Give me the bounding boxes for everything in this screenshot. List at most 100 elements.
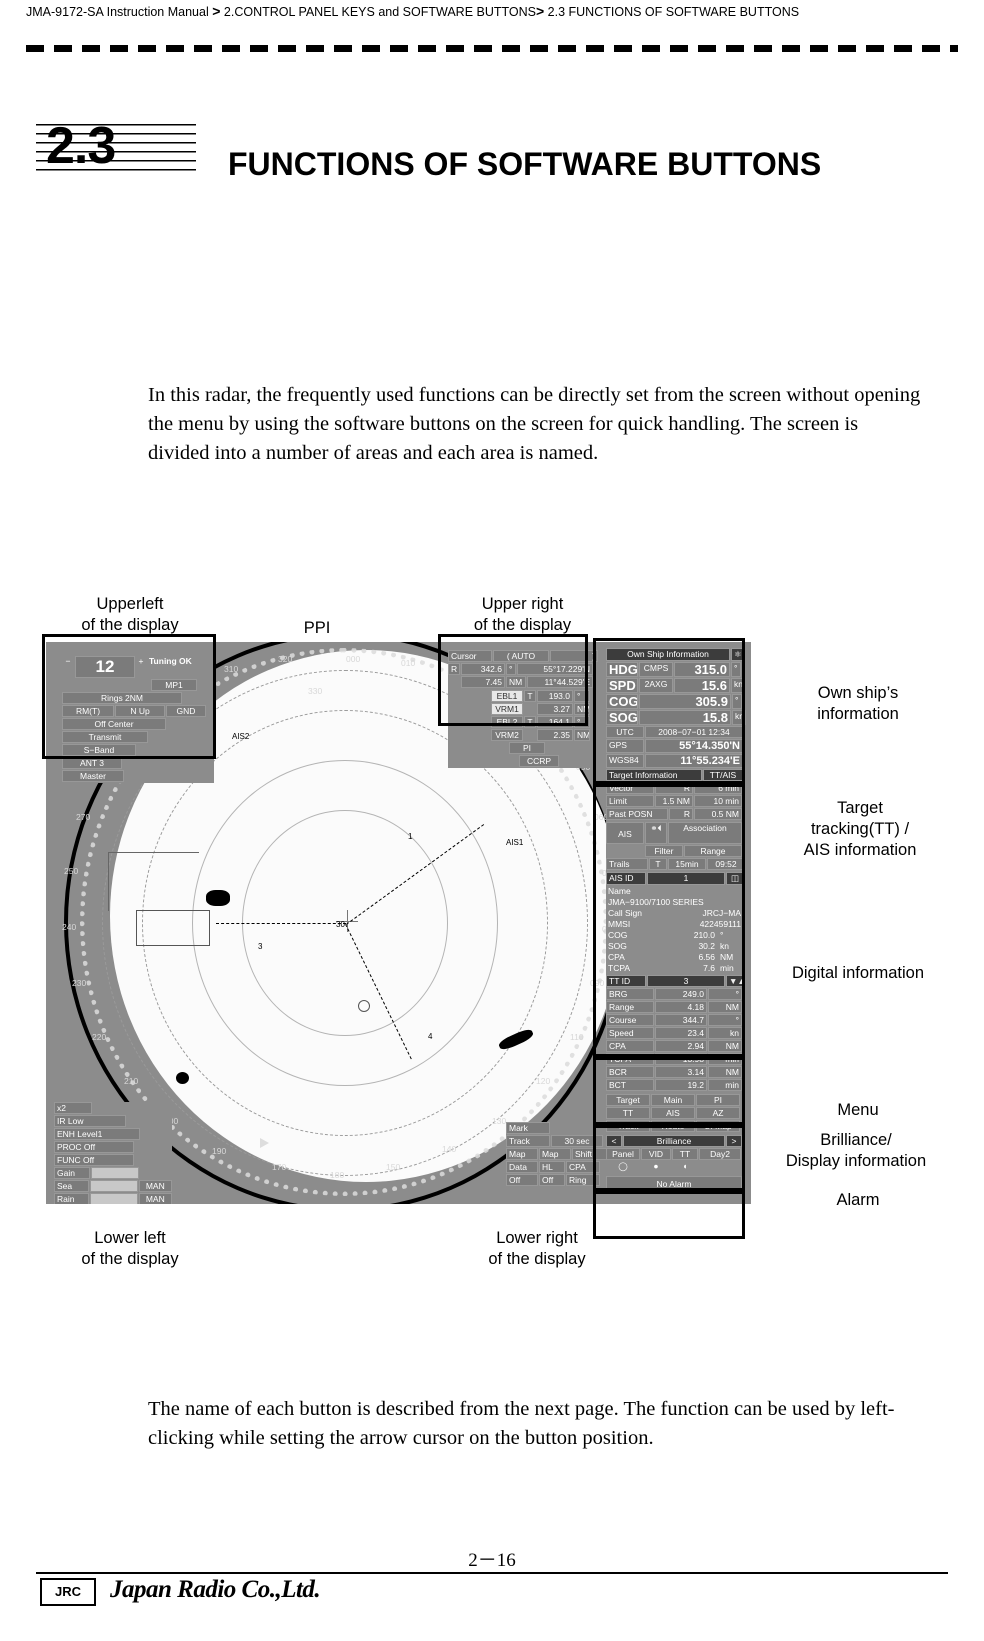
manual-page: JMA-9172-SA Instruction Manual > 2.CONTR… [0,0,984,1641]
caption-lower-left: Lower left of the display [81,1229,179,1268]
bearing-label: 250 [64,866,79,876]
breadcrumb-section: 2.3 FUNCTIONS OF SOFTWARE BUTTONS [547,5,800,19]
bearing-label: 170 [272,1162,287,1172]
section-number: 2.3 [46,117,116,175]
proc-row: PROC Off [54,1141,172,1153]
master-row: Master [62,770,214,782]
bearing-label: 310 [224,664,239,674]
mark-button[interactable]: Mark [506,1122,550,1134]
intro-paragraph: In this radar, the frequently used funct… [148,384,921,464]
caption-menu: Menu [837,1101,879,1119]
caption-brilliance-display: Brilliance/ Display information [785,1131,927,1170]
pi-row: PI [448,742,604,754]
ccrp-row: CCRP [448,755,604,767]
bearing-label: 000 [346,654,361,664]
ais-target-label: AIS2 [232,732,250,741]
callout-alarm [593,1191,745,1239]
map-2-button[interactable]: Map [539,1148,571,1160]
caption-lower-right: Lower right of the display [488,1229,586,1268]
target-number-label: 1 [408,832,413,841]
radar-echo [176,1072,189,1084]
bearing-label: 120 [536,1076,551,1086]
page-number: 2－16 [468,1550,516,1571]
breadcrumb-chapter: 2.CONTROL PANEL KEYS and SOFTWARE BUTTON… [223,5,536,19]
caption-alarm: Alarm [836,1191,880,1209]
caption-digital-information: Digital information [791,964,925,982]
bearing-label: 130 [492,1116,507,1126]
header-divider [26,45,958,52]
map-button[interactable]: Map [506,1148,538,1160]
vrm2-button[interactable]: VRM2 [491,729,523,741]
target-vector-line [216,923,346,924]
breadcrumb-manual: JMA-9172-SA Instruction Manual [26,5,209,19]
rain-row: Rain MAN [54,1193,172,1204]
caption-upper-left: Upperleft of the display [81,595,179,634]
lower-left-panel: x2 IR Low ENH Level1 PROC Off FUNC Off G… [54,1102,172,1204]
sea-label: Sea [54,1180,90,1192]
ccrp-marker [358,1000,370,1012]
process-button[interactable]: PROC Off [54,1141,134,1153]
caption-upper-right: Upper right of the display [473,595,572,634]
callout-own-ship [593,638,745,784]
rain-label: Rain [54,1193,90,1204]
track-button[interactable]: Track [506,1135,550,1147]
gain-row: Gain [54,1167,172,1179]
radar-echo [206,890,230,906]
function-button[interactable]: FUNC Off [54,1154,134,1166]
func-row: FUNC Off [54,1154,172,1166]
gain-label: Gain [54,1167,90,1179]
footer-divider [36,1572,948,1574]
bearing-label: 330 [308,686,323,696]
bearing-label: 150 [386,1162,401,1172]
pi-button[interactable]: PI [509,742,545,754]
vrm2-row: VRM2 2.35 NM [448,729,604,741]
callout-menu [593,1057,745,1125]
vrm2-unit: NM [574,729,590,741]
bearing-label: 180 [330,1170,345,1180]
interference-rejection-button[interactable]: IR Low [54,1115,126,1127]
target-number-label: 4 [428,1032,433,1041]
caption-ppi: PPI [303,619,331,637]
sea-mode-button[interactable]: MAN [138,1180,172,1192]
bearing-label: 210 [124,1076,139,1086]
bearing-label: 270 [76,812,91,822]
bearing-label: 010 [401,658,416,668]
ais-target-label: AIS1 [506,838,524,847]
sea-slider[interactable] [90,1180,138,1192]
rain-slider[interactable] [90,1193,138,1204]
data-button[interactable]: Data [506,1161,538,1173]
outro-paragraph: The name of each button is described fro… [148,1398,895,1449]
zoom-row: x2 [54,1102,172,1114]
enhance-button[interactable]: ENH Level1 [54,1128,140,1140]
bearing-label: 240 [62,922,77,932]
data-state[interactable]: Off [506,1174,538,1186]
hl-state[interactable]: Off [539,1174,565,1186]
vrm2-value: 2.35 [537,729,573,741]
page-title: FUNCTIONS OF SOFTWARE BUTTONS [228,146,822,182]
callout-upper-left [42,634,216,759]
bearing-label: 140 [442,1144,457,1154]
master-button[interactable]: Master [62,770,124,782]
callout-upper-right [438,634,588,726]
bearing-label: 230 [72,978,87,988]
bearing-label: 110 [570,1032,584,1042]
breadcrumb: JMA-9172-SA Instruction Manual > 2.CONTR… [26,2,886,22]
section-number-block: 2.3 [36,117,196,176]
target-number-label: 3 [258,942,263,951]
zoom-button[interactable]: x2 [54,1102,92,1114]
bearing-label: 320 [278,654,293,664]
enh-row: ENH Level1 [54,1128,172,1140]
sea-row: Sea MAN [54,1180,172,1192]
ccrp-button[interactable]: CCRP [519,755,559,767]
gain-slider[interactable] [91,1167,139,1179]
bearing-label: 220 [92,1032,107,1042]
ir-row: IR Low [54,1115,172,1127]
hl-button[interactable]: HL [539,1161,565,1173]
land-outline [136,910,210,946]
pi-line-arrow [260,1138,269,1148]
rain-mode-button[interactable]: MAN [138,1193,172,1204]
company-name: Japan Radio Co.,Ltd. [110,1576,321,1603]
coast-line [108,852,199,911]
callout-brilliance [593,1125,745,1191]
target-number-label: 30 [336,920,345,929]
